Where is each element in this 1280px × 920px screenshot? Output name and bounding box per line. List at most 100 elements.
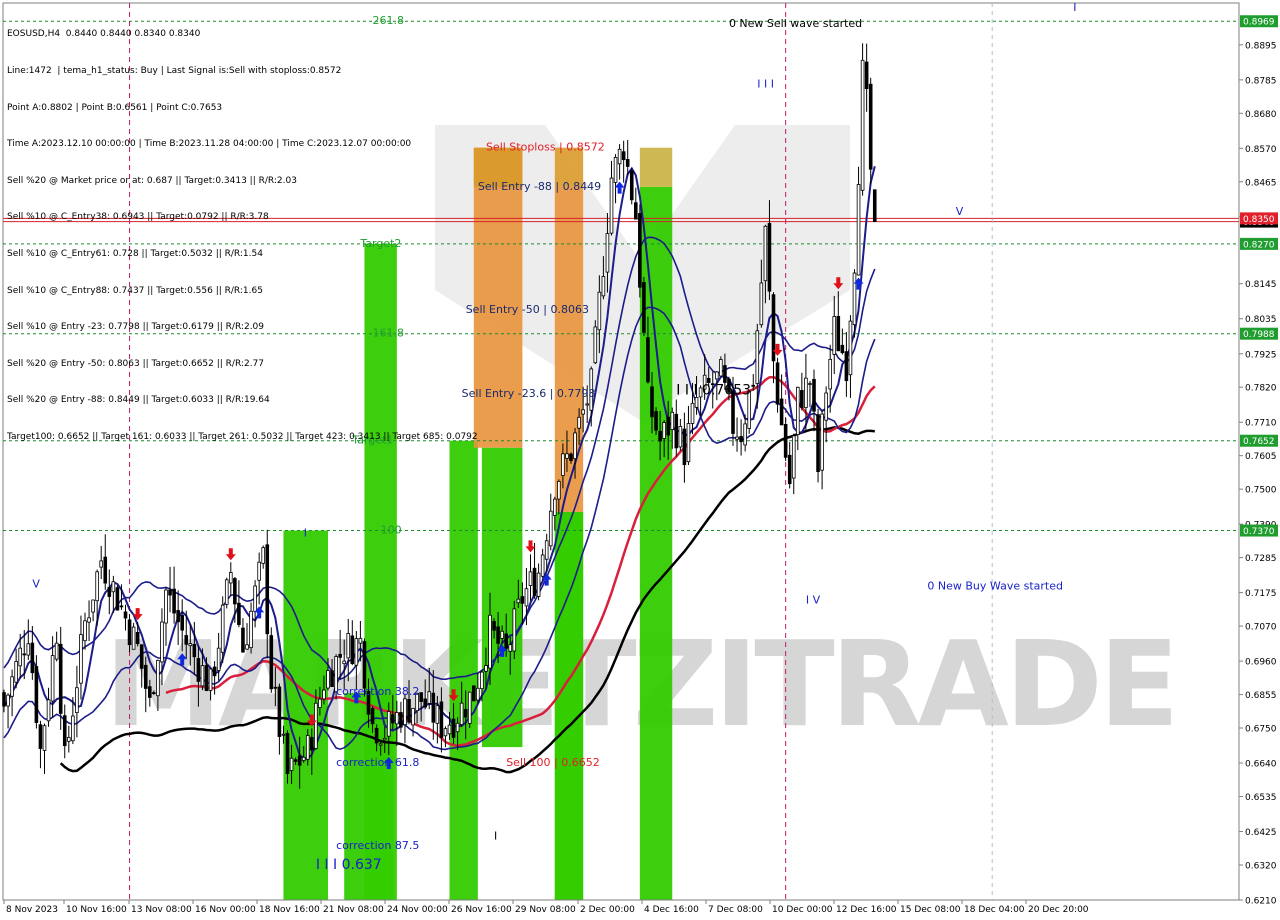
candle-body [338, 653, 342, 658]
candle-body [107, 587, 112, 597]
chart-annotation: V [956, 205, 964, 218]
info-line: Sell %20 @ Entry -50: 0.8063 || Target:0… [7, 358, 265, 369]
x-tick-label: 24 Nov 00:00 [387, 905, 448, 915]
candle-body [532, 567, 537, 597]
y-tick-label: 0.6855 [1245, 691, 1277, 701]
y-tick-label: 0.6535 [1245, 793, 1277, 803]
candle-body [62, 715, 67, 747]
candle-body [613, 157, 618, 183]
candle-body [634, 202, 638, 220]
chart-annotation: I [304, 527, 307, 540]
chart-annotation: Sell 100 | 0.6652 [506, 756, 600, 769]
candle-body [484, 665, 488, 672]
candle-body [305, 735, 310, 760]
candle-body [471, 685, 476, 702]
candle-body [395, 712, 399, 725]
candle-body [42, 725, 47, 751]
y-tick-label: 0.6425 [1245, 828, 1277, 838]
x-tick-label: 4 Dec 16:00 [644, 905, 699, 915]
candle-body [804, 377, 808, 408]
candle-body [860, 59, 865, 191]
candle-body [281, 733, 286, 736]
x-tick-label: 15 Dec 08:00 [900, 905, 961, 915]
info-line: Sell %20 @ Market price or at: 0.687 || … [7, 175, 297, 186]
candle-body [480, 671, 484, 690]
candle-body [431, 692, 436, 723]
candle-body [261, 547, 265, 564]
candle-body [739, 436, 743, 443]
candle-body [103, 556, 108, 584]
candle-body [516, 598, 521, 604]
candle-body [463, 708, 468, 718]
x-tick-label: 2 Dec 00:00 [580, 905, 635, 915]
candle-body [427, 691, 432, 704]
x-tick-label: 13 Nov 08:00 [131, 905, 192, 915]
candle-body [411, 707, 415, 726]
zone-rect [449, 747, 478, 900]
candle-body [520, 596, 525, 604]
candle-body [135, 631, 140, 645]
chart-annotation: I I I 0.637 [316, 857, 382, 873]
candle-body [168, 589, 172, 596]
x-tick-label: 7 Dec 08:00 [708, 905, 763, 915]
candle-body [864, 61, 869, 90]
candle-body [423, 698, 427, 708]
x-tick-label: 21 Nov 08:00 [323, 905, 384, 915]
candle-body [666, 416, 670, 436]
candle-body [75, 687, 79, 714]
candle-body [362, 641, 367, 689]
chart-annotation: I I I [757, 78, 774, 91]
y-tick-label: 0.6320 [1245, 861, 1277, 871]
zone-rect [283, 530, 328, 900]
chart-annotation: Sell Entry -50 | 0.8063 [466, 303, 589, 316]
candle-body [735, 436, 739, 440]
candle-body [573, 432, 577, 459]
candle-body [642, 282, 646, 333]
candle-body [378, 743, 383, 746]
x-tick-label: 10 Dec 00:00 [772, 905, 833, 915]
chart-annotation: correction 38.2 [336, 685, 419, 698]
candle-body [18, 647, 22, 667]
candle-body [492, 621, 496, 631]
candle-body [787, 454, 792, 485]
info-line: Sell %20 @ Entry -88: 0.8449 || Target:0… [7, 395, 270, 406]
candle-body [856, 184, 861, 276]
candle-body [346, 633, 351, 659]
candle-body [719, 359, 723, 377]
x-tick-label: 10 Nov 16:00 [66, 905, 127, 915]
candle-body [617, 148, 622, 165]
candle-body [678, 426, 683, 448]
candle-body [800, 389, 804, 408]
candle-body [763, 225, 768, 282]
candle-body [188, 643, 193, 647]
candle-body [840, 344, 845, 354]
candle-body [147, 686, 152, 698]
candle-body [273, 686, 278, 689]
candle-body [350, 635, 355, 664]
candle-body [200, 665, 205, 687]
candle-body [561, 453, 565, 476]
candle-body [455, 722, 460, 733]
candle-body [208, 668, 213, 691]
candle-body [593, 326, 598, 364]
candle-body [285, 732, 290, 775]
candle-body [621, 151, 626, 161]
candle-body [293, 759, 298, 762]
chart-annotation: I [1073, 1, 1076, 14]
candle-body [233, 578, 237, 605]
candle-body [694, 397, 699, 408]
candle-body [540, 554, 545, 577]
candle-body [156, 659, 160, 697]
candle-body [127, 619, 132, 646]
candle-body [95, 571, 99, 602]
candle-body [87, 617, 91, 623]
candle-body [459, 702, 464, 725]
candle-body [508, 644, 513, 652]
candle-body [504, 633, 508, 649]
candle-body [686, 423, 691, 463]
y-tick-label: 0.8145 [1245, 280, 1277, 290]
candle-body [358, 637, 363, 644]
candle-body [26, 643, 31, 656]
candle-body [196, 658, 201, 682]
y-tick-label: 0.6960 [1245, 658, 1277, 668]
